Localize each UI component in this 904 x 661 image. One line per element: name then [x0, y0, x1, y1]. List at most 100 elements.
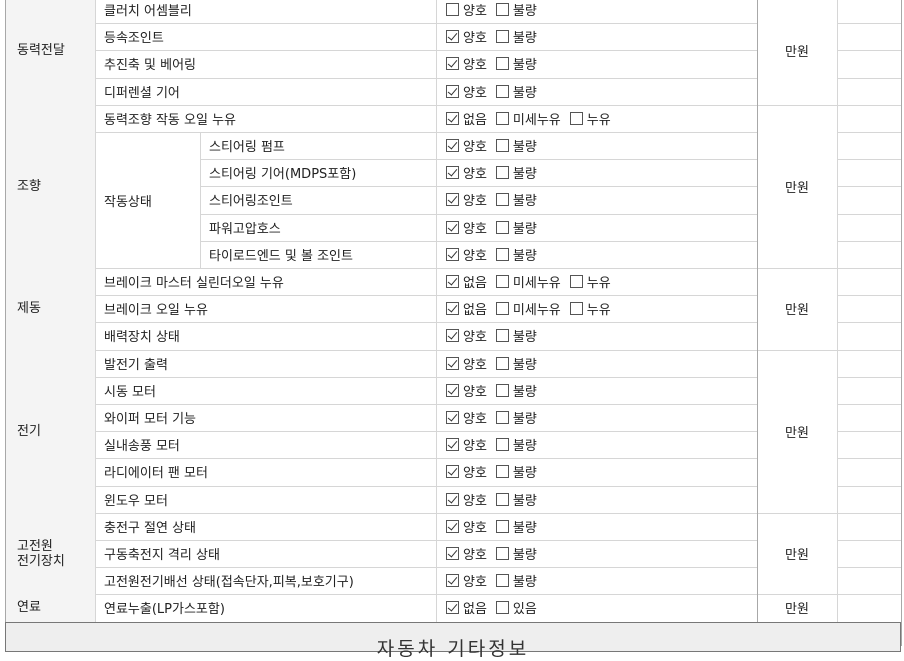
option-checkbox[interactable]: 불량 [495, 54, 537, 73]
checkbox-checked-icon[interactable] [446, 329, 459, 343]
option-checkbox[interactable]: 양호 [446, 517, 487, 536]
option-checkbox[interactable]: 불량 [495, 544, 537, 563]
option-checkbox[interactable]: 불량 [495, 218, 537, 237]
checkbox-checked-icon[interactable] [446, 356, 459, 370]
option-checkbox[interactable]: 불량 [495, 571, 537, 590]
checkbox-unchecked-icon[interactable] [495, 574, 509, 588]
checkbox-checked-icon[interactable] [446, 57, 459, 71]
option-checkbox[interactable]: 불량 [495, 354, 537, 373]
checkbox-unchecked-icon[interactable] [495, 139, 509, 153]
option-checkbox[interactable]: 양호 [446, 54, 487, 73]
checkbox-checked-icon[interactable] [446, 547, 459, 561]
checkbox-unchecked-icon[interactable] [495, 275, 509, 289]
option-checkbox[interactable]: 양호 [446, 354, 487, 373]
checkbox-checked-icon[interactable] [446, 601, 459, 615]
option-checkbox[interactable]: 미세누유 [495, 272, 561, 291]
checkbox-unchecked-icon[interactable] [569, 111, 583, 125]
option-checkbox[interactable]: 양호 [446, 27, 487, 46]
option-checkbox[interactable]: 불량 [495, 408, 537, 427]
checkbox-checked-icon[interactable] [446, 411, 459, 425]
option-checkbox[interactable]: 양호 [446, 218, 487, 237]
option-checkbox[interactable]: 양호 [446, 0, 487, 19]
checkbox-checked-icon[interactable] [446, 438, 459, 452]
checkbox-checked-icon[interactable] [446, 465, 459, 479]
checkbox-checked-icon[interactable] [446, 193, 459, 207]
option-checkbox[interactable]: 누유 [569, 109, 611, 128]
checkbox-checked-icon[interactable] [446, 302, 459, 316]
option-checkbox[interactable]: 미세누유 [495, 299, 561, 318]
checkbox-checked-icon[interactable] [446, 220, 459, 234]
checkbox-unchecked-icon[interactable] [446, 3, 459, 17]
option-checkbox[interactable]: 불량 [495, 27, 537, 46]
checkbox-checked-icon[interactable] [446, 84, 459, 98]
option-checkbox[interactable]: 불량 [495, 190, 537, 209]
checkbox-unchecked-icon[interactable] [495, 411, 509, 425]
checkbox-unchecked-icon[interactable] [495, 220, 509, 234]
option-checkbox[interactable]: 양호 [446, 190, 487, 209]
checkbox-unchecked-icon[interactable] [495, 601, 509, 615]
option-checkbox[interactable]: 없음 [446, 598, 487, 617]
option-checkbox[interactable]: 불량 [495, 82, 537, 101]
option-checkbox[interactable]: 없음 [446, 272, 487, 291]
checkbox-unchecked-icon[interactable] [495, 193, 509, 207]
checkbox-unchecked-icon[interactable] [495, 465, 509, 479]
checkbox-unchecked-icon[interactable] [495, 111, 509, 125]
checkbox-unchecked-icon[interactable] [569, 302, 583, 316]
option-checkbox[interactable]: 양호 [446, 136, 487, 155]
option-checkbox[interactable]: 불량 [495, 435, 537, 454]
option-checkbox[interactable]: 양호 [446, 82, 487, 101]
option-checkbox[interactable]: 양호 [446, 408, 487, 427]
checkbox-unchecked-icon[interactable] [495, 329, 509, 343]
option-checkbox[interactable]: 불량 [495, 136, 537, 155]
blank-cell [837, 159, 901, 186]
option-checkbox[interactable]: 양호 [446, 571, 487, 590]
option-checkbox[interactable]: 미세누유 [495, 109, 561, 128]
checkbox-checked-icon[interactable] [446, 492, 459, 506]
option-checkbox[interactable]: 양호 [446, 163, 487, 182]
option-checkbox[interactable]: 누유 [569, 272, 611, 291]
checkbox-unchecked-icon[interactable] [495, 3, 509, 17]
option-checkbox[interactable]: 없음 [446, 299, 487, 318]
checkbox-unchecked-icon[interactable] [569, 275, 583, 289]
checkbox-unchecked-icon[interactable] [495, 247, 509, 261]
option-checkbox[interactable]: 양호 [446, 245, 487, 264]
checkbox-unchecked-icon[interactable] [495, 383, 509, 397]
option-checkbox[interactable]: 양호 [446, 435, 487, 454]
option-checkbox[interactable]: 불량 [495, 0, 537, 19]
checkbox-unchecked-icon[interactable] [495, 84, 509, 98]
checkbox-checked-icon[interactable] [446, 111, 459, 125]
checkbox-checked-icon[interactable] [446, 383, 459, 397]
option-checkbox[interactable]: 양호 [446, 326, 487, 345]
checkbox-checked-icon[interactable] [446, 519, 459, 533]
checkbox-checked-icon[interactable] [446, 139, 459, 153]
option-checkbox[interactable]: 없음 [446, 109, 487, 128]
option-checkbox[interactable]: 양호 [446, 462, 487, 481]
option-checkbox[interactable]: 누유 [569, 299, 611, 318]
option-checkbox[interactable]: 양호 [446, 381, 487, 400]
option-checkbox[interactable]: 불량 [495, 326, 537, 345]
checkbox-unchecked-icon[interactable] [495, 57, 509, 71]
option-checkbox[interactable]: 불량 [495, 381, 537, 400]
option-checkbox[interactable]: 양호 [446, 490, 487, 509]
checkbox-unchecked-icon[interactable] [495, 519, 509, 533]
checkbox-checked-icon[interactable] [446, 166, 459, 180]
checkbox-unchecked-icon[interactable] [495, 547, 509, 561]
checkbox-unchecked-icon[interactable] [495, 166, 509, 180]
checkbox-unchecked-icon[interactable] [495, 492, 509, 506]
option-checkbox[interactable]: 불량 [495, 517, 537, 536]
checkbox-unchecked-icon[interactable] [495, 438, 509, 452]
checkbox-checked-icon[interactable] [446, 275, 459, 289]
option-checkbox[interactable]: 양호 [446, 544, 487, 563]
option-checkbox[interactable]: 있음 [495, 598, 537, 617]
option-checkbox[interactable]: 불량 [495, 490, 537, 509]
checkbox-checked-icon[interactable] [446, 30, 459, 44]
option-checkbox[interactable]: 불량 [495, 245, 537, 264]
checkbox-checked-icon[interactable] [446, 247, 459, 261]
category-cell: 동력전달 [5, 0, 95, 105]
option-checkbox[interactable]: 불량 [495, 163, 537, 182]
checkbox-unchecked-icon[interactable] [495, 356, 509, 370]
option-checkbox[interactable]: 불량 [495, 462, 537, 481]
checkbox-checked-icon[interactable] [446, 574, 459, 588]
checkbox-unchecked-icon[interactable] [495, 302, 509, 316]
checkbox-unchecked-icon[interactable] [495, 30, 509, 44]
